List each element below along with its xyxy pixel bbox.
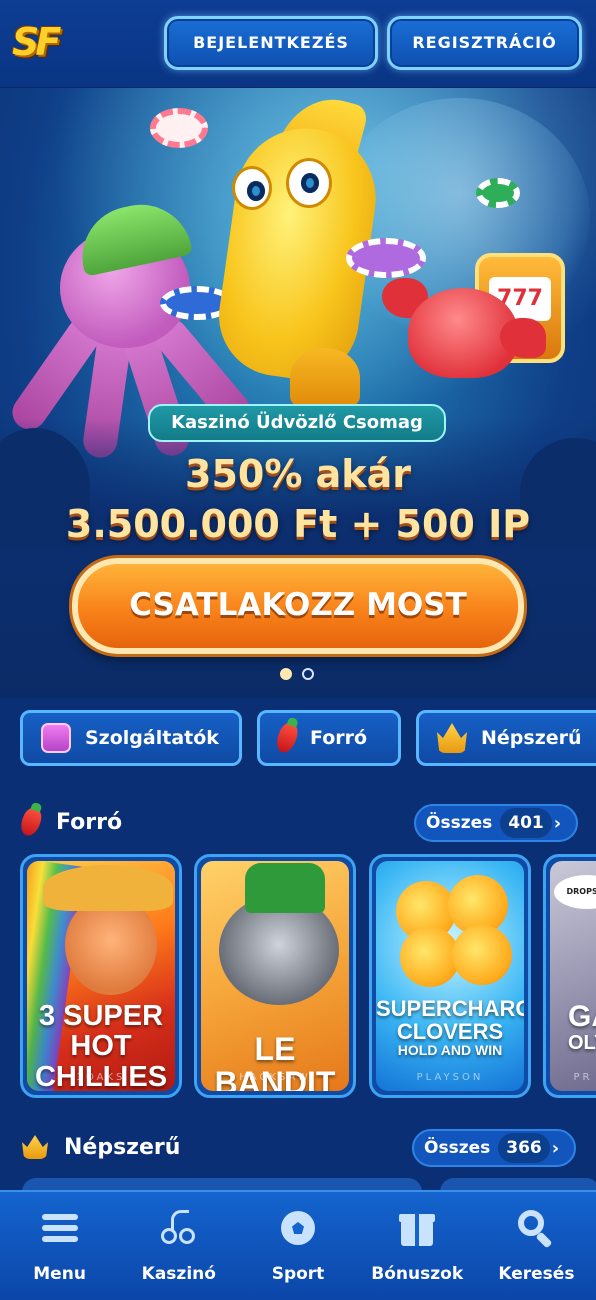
game-card[interactable]: SUPERCHARGED CLOVERS HOLD AND WIN PLAYSO… (369, 854, 531, 1098)
category-chips: Szolgáltatók Forró Népszerű (0, 708, 596, 768)
bottom-navigation: Menu Kaszinó Sport Bónuszok Keresés (0, 1190, 596, 1300)
register-button[interactable]: REGISZTRÁCIÓ (387, 16, 582, 70)
see-all-label: Összes (424, 1138, 491, 1158)
green-hat-illustration (245, 863, 325, 913)
promo-banner[interactable]: 777 Kaszinó Üdvözlő Csomag 350% akár 3.5… (0, 88, 596, 698)
drops-wins-badge: DROPS & WINS (554, 875, 596, 909)
chili-icon (273, 720, 301, 756)
game-title: GA OLYM (550, 1001, 596, 1054)
game-title: SUPERCHARGED CLOVERS HOLD AND WIN (376, 997, 524, 1058)
sombrero-illustration (43, 865, 173, 911)
offer-amount: 3.500.000 Ft + 500 IP (65, 502, 531, 546)
nav-sport[interactable]: Sport (238, 1192, 357, 1300)
game-thumbnail: SUPERCHARGED CLOVERS HOLD AND WIN PLAYSO… (376, 861, 524, 1091)
nav-label: Sport (271, 1264, 325, 1284)
category-popular[interactable]: Népszerű (416, 710, 596, 766)
crown-icon (437, 723, 467, 753)
game-provider: PR (573, 1072, 593, 1083)
see-all-popular-button[interactable]: Összes 366 › (412, 1129, 576, 1167)
game-title-line: GA (568, 1000, 596, 1033)
gift-icon (397, 1208, 437, 1248)
clover-illustration (400, 927, 460, 987)
soccer-ball-icon (278, 1208, 318, 1248)
game-thumbnail: LE BANDIT HACKSAW (201, 861, 349, 1091)
game-title-line: 3 SUPER HOT (38, 1000, 164, 1063)
fish-tail-illustration (290, 348, 360, 408)
poker-chip-illustration (346, 238, 426, 278)
section-title-hot: Forró (17, 804, 123, 840)
game-count-badge: 401 (500, 808, 552, 838)
poker-chip-illustration (476, 178, 520, 208)
see-all-hot-button[interactable]: Összes 401 › (414, 804, 578, 842)
nav-casino[interactable]: Kaszinó (119, 1192, 238, 1300)
game-thumbnail: DROPS & WINS GA OLYM PR (550, 861, 596, 1091)
game-count-badge: 366 (498, 1133, 550, 1163)
section-title-text: Népszerű (64, 1134, 181, 1160)
chevron-right-icon: › (553, 812, 562, 834)
game-title-line: CLOVERS (396, 1019, 504, 1045)
carousel-dots (280, 668, 320, 682)
category-hot[interactable]: Forró (257, 710, 401, 766)
search-icon (516, 1208, 556, 1249)
game-card[interactable]: DROPS & WINS GA OLYM PR (543, 854, 596, 1098)
poker-chip-illustration (150, 108, 208, 148)
category-label: Forró (310, 727, 368, 749)
offer-headline: 350% akár (185, 452, 411, 496)
nav-search[interactable]: Keresés (477, 1192, 596, 1300)
game-provider: 3OAKS (76, 1072, 126, 1083)
game-thumbnail: 3 SUPER HOT CHILLIES 3OAKS (27, 861, 175, 1091)
carousel-dot[interactable] (280, 668, 292, 680)
clover-illustration (452, 925, 512, 985)
login-button[interactable]: BEJELENTKEZÉS (164, 16, 378, 70)
chili-icon (17, 805, 45, 839)
crown-icon (22, 1135, 48, 1159)
hamburger-icon (40, 1208, 80, 1248)
nav-label: Keresés (498, 1264, 575, 1284)
game-provider: PLAYSON (416, 1072, 484, 1083)
game-provider: HACKSAW (239, 1072, 311, 1083)
nav-label: Bónuszok (371, 1264, 464, 1284)
provider-box-icon (41, 723, 71, 753)
nav-label: Kaszinó (141, 1264, 216, 1284)
category-label: Szolgáltatók (85, 727, 219, 749)
game-title-line: SUPERCHARGED (376, 996, 524, 1021)
section-title-text: Forró (56, 809, 123, 835)
carousel-dot[interactable] (302, 668, 314, 680)
nav-menu[interactable]: Menu (0, 1192, 119, 1300)
section-title-popular: Népszerű (22, 1129, 180, 1165)
category-label: Népszerű (481, 727, 582, 749)
game-title-line: HOLD AND WIN (397, 1042, 503, 1059)
crab-claw-illustration (500, 318, 546, 358)
hot-games-row: 3 SUPER HOT CHILLIES 3OAKS LE BANDIT HAC… (0, 854, 596, 1098)
nav-label: Menu (33, 1264, 86, 1284)
game-card[interactable]: LE BANDIT HACKSAW (194, 854, 356, 1098)
cherry-icon (159, 1208, 199, 1248)
fish-eye-illustration (286, 158, 332, 208)
fish-eye-illustration (232, 166, 272, 210)
game-title-line: OLYM (568, 1031, 596, 1054)
category-providers[interactable]: Szolgáltatók (20, 710, 242, 766)
join-now-button[interactable]: CSATLAKOZZ MOST (72, 558, 524, 654)
see-all-label: Összes (426, 813, 493, 833)
welcome-package-badge: Kaszinó Üdvözlő Csomag (148, 404, 446, 442)
game-card[interactable]: 3 SUPER HOT CHILLIES 3OAKS (20, 854, 182, 1098)
brand-logo[interactable]: SF (12, 16, 70, 68)
chevron-right-icon: › (551, 1137, 560, 1159)
nav-bonuses[interactable]: Bónuszok (358, 1192, 477, 1300)
top-header: SF BEJELENTKEZÉS REGISZTRÁCIÓ (0, 0, 596, 88)
